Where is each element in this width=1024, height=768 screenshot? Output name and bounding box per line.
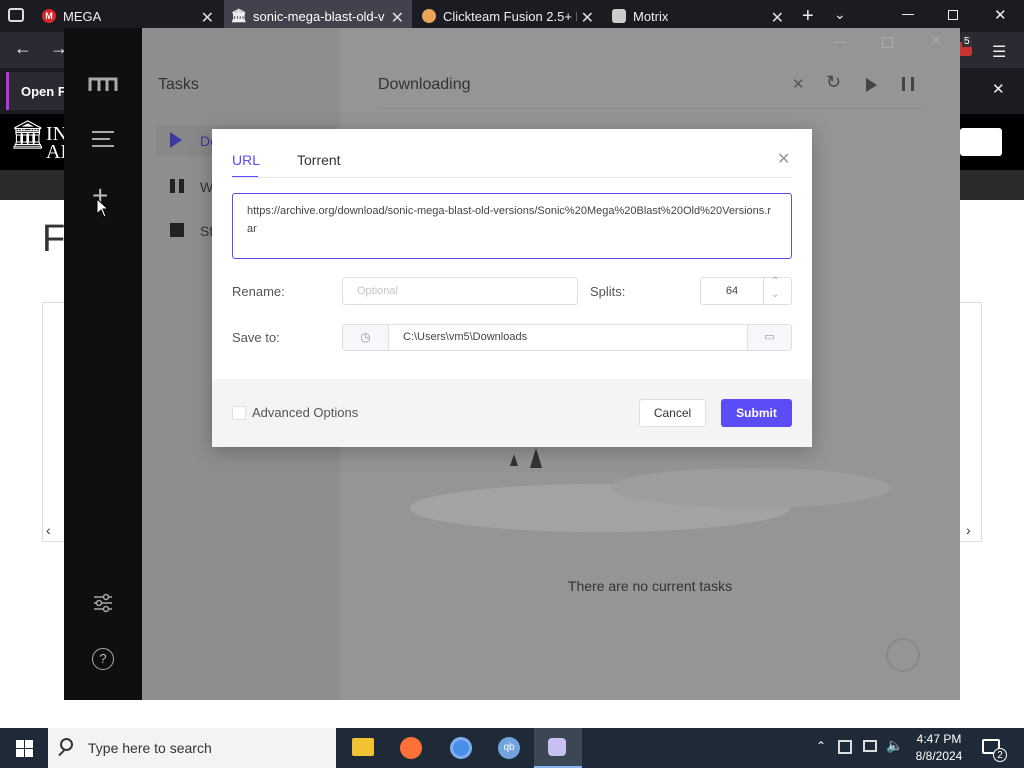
chevron-up-icon[interactable]: ⌃: [771, 276, 779, 287]
dialog-footer: Advanced Options Cancel Submit: [212, 379, 812, 447]
close-icon[interactable]: ✕: [992, 80, 1005, 98]
windows-start-icon[interactable]: [16, 740, 33, 757]
stop-icon: [170, 223, 184, 237]
close-icon[interactable]: ✕: [201, 8, 214, 28]
play-icon: [170, 132, 182, 148]
page-heading: F: [42, 218, 66, 260]
resume-all-icon[interactable]: [866, 78, 877, 92]
search-icon-handle: [58, 749, 65, 757]
back-arrow-icon[interactable]: ←: [14, 38, 32, 59]
advanced-options-label[interactable]: Advanced Options: [252, 405, 358, 420]
rename-input[interactable]: Optional: [342, 277, 578, 305]
saveto-label: Save to:: [232, 330, 280, 345]
chromium-icon[interactable]: [450, 737, 472, 759]
tab-list-icon[interactable]: [8, 8, 24, 22]
open-file-button[interactable]: Open Fi: [6, 72, 66, 110]
motrix-logo-icon: [612, 9, 626, 23]
close-icon[interactable]: ✕: [581, 8, 594, 28]
chevron-left-icon[interactable]: ‹: [46, 522, 51, 538]
history-icon[interactable]: ◷: [343, 325, 389, 350]
saveto-input[interactable]: ◷ C:\Users\vm5\Downloads ▭: [342, 324, 792, 351]
volume-muted-icon[interactable]: 🔈: [886, 737, 903, 754]
tab-torrent[interactable]: Torrent: [297, 152, 341, 168]
file-explorer-icon[interactable]: [352, 738, 374, 756]
title-divider: [378, 108, 924, 109]
chevron-right-icon[interactable]: ›: [966, 522, 971, 538]
tab-title: Motrix: [633, 8, 669, 24]
new-tab-button[interactable]: +: [802, 5, 814, 28]
tabs-divider: [232, 177, 792, 178]
restore-icon[interactable]: [948, 10, 958, 20]
search-placeholder: Type here to search: [88, 740, 212, 756]
archive-building-icon: 🏛: [10, 120, 46, 151]
pause-icon: [170, 179, 184, 193]
network-tray-icon[interactable]: [863, 740, 877, 752]
rename-label: Rename:: [232, 284, 285, 299]
chevron-up-icon[interactable]: ⌃: [816, 739, 826, 753]
menu-icon[interactable]: ☰: [992, 42, 1006, 62]
chevron-down-icon[interactable]: ⌄: [771, 289, 779, 300]
minimize-icon[interactable]: [834, 42, 846, 43]
chevron-down-icon[interactable]: ⌄: [834, 6, 846, 23]
clock-time[interactable]: 4:47 PM: [914, 732, 964, 746]
close-icon[interactable]: ✕: [771, 8, 784, 28]
qbittorrent-icon[interactable]: qb: [498, 737, 520, 759]
refresh-icon[interactable]: ↻: [826, 72, 841, 93]
tab-title: Clickteam Fusion 2.5+ De: [443, 8, 577, 24]
saveto-value: C:\Users\vm5\Downloads: [403, 331, 528, 343]
mouse-cursor-icon: [96, 198, 110, 218]
firefox-icon[interactable]: [400, 737, 422, 759]
hamburger-menu-icon[interactable]: [92, 128, 114, 150]
extension-badge: 5: [962, 36, 972, 47]
close-window-icon[interactable]: ✕: [994, 6, 1007, 24]
search-icon: [60, 738, 73, 751]
minimize-icon[interactable]: [902, 14, 914, 15]
splits-label: Splits:: [590, 284, 626, 299]
url-textarea[interactable]: https://archive.org/download/sonic-mega-…: [232, 193, 792, 259]
pause-all-icon[interactable]: [902, 77, 914, 91]
url-text: https://archive.org/download/sonic-mega-…: [247, 205, 771, 235]
motrix-app-icon: [548, 738, 566, 756]
motrix-logo-icon: [88, 77, 118, 91]
help-icon[interactable]: ?: [92, 648, 114, 670]
maximize-icon[interactable]: [882, 37, 893, 48]
rename-placeholder: Optional: [357, 285, 398, 297]
splits-stepper[interactable]: 64 ⌃ ⌄: [700, 276, 792, 305]
close-window-icon[interactable]: ✕: [930, 32, 942, 49]
mega-logo-icon: M: [42, 9, 56, 23]
main-title: Downloading: [378, 76, 471, 93]
splits-value: 64: [725, 285, 739, 297]
network-icon[interactable]: [838, 740, 852, 754]
clickteam-logo-icon: [422, 9, 436, 23]
preferences-icon[interactable]: [92, 592, 114, 614]
folder-icon[interactable]: ▭: [747, 325, 791, 350]
archive-search-input[interactable]: [960, 128, 1002, 156]
stepper-divider: [763, 278, 764, 304]
archive-logo-icon: 🏛: [230, 8, 248, 23]
clock-date[interactable]: 8/8/2024: [914, 749, 964, 763]
close-icon[interactable]: ✕: [777, 149, 790, 169]
cancel-button[interactable]: Cancel: [639, 399, 706, 427]
tasks-title: Tasks: [158, 76, 199, 93]
tab-title: sonic-mega-blast-old-ve: [253, 8, 385, 24]
tab-title: MEGA: [63, 8, 102, 24]
close-icon[interactable]: ✕: [391, 8, 404, 28]
delete-task-icon[interactable]: ✕: [792, 75, 805, 93]
advanced-options-checkbox[interactable]: [232, 406, 246, 420]
motrix-taskbar-button[interactable]: [534, 728, 582, 768]
taskbar-search-box[interactable]: Type here to search: [48, 728, 336, 768]
submit-button[interactable]: Submit: [721, 399, 792, 427]
motrix-sidebar: + ?: [64, 28, 142, 700]
tab-url[interactable]: URL: [232, 152, 260, 168]
empty-state-text: There are no current tasks: [567, 578, 733, 594]
notification-count-badge: 2: [993, 748, 1007, 762]
speedometer-icon[interactable]: [886, 638, 920, 672]
